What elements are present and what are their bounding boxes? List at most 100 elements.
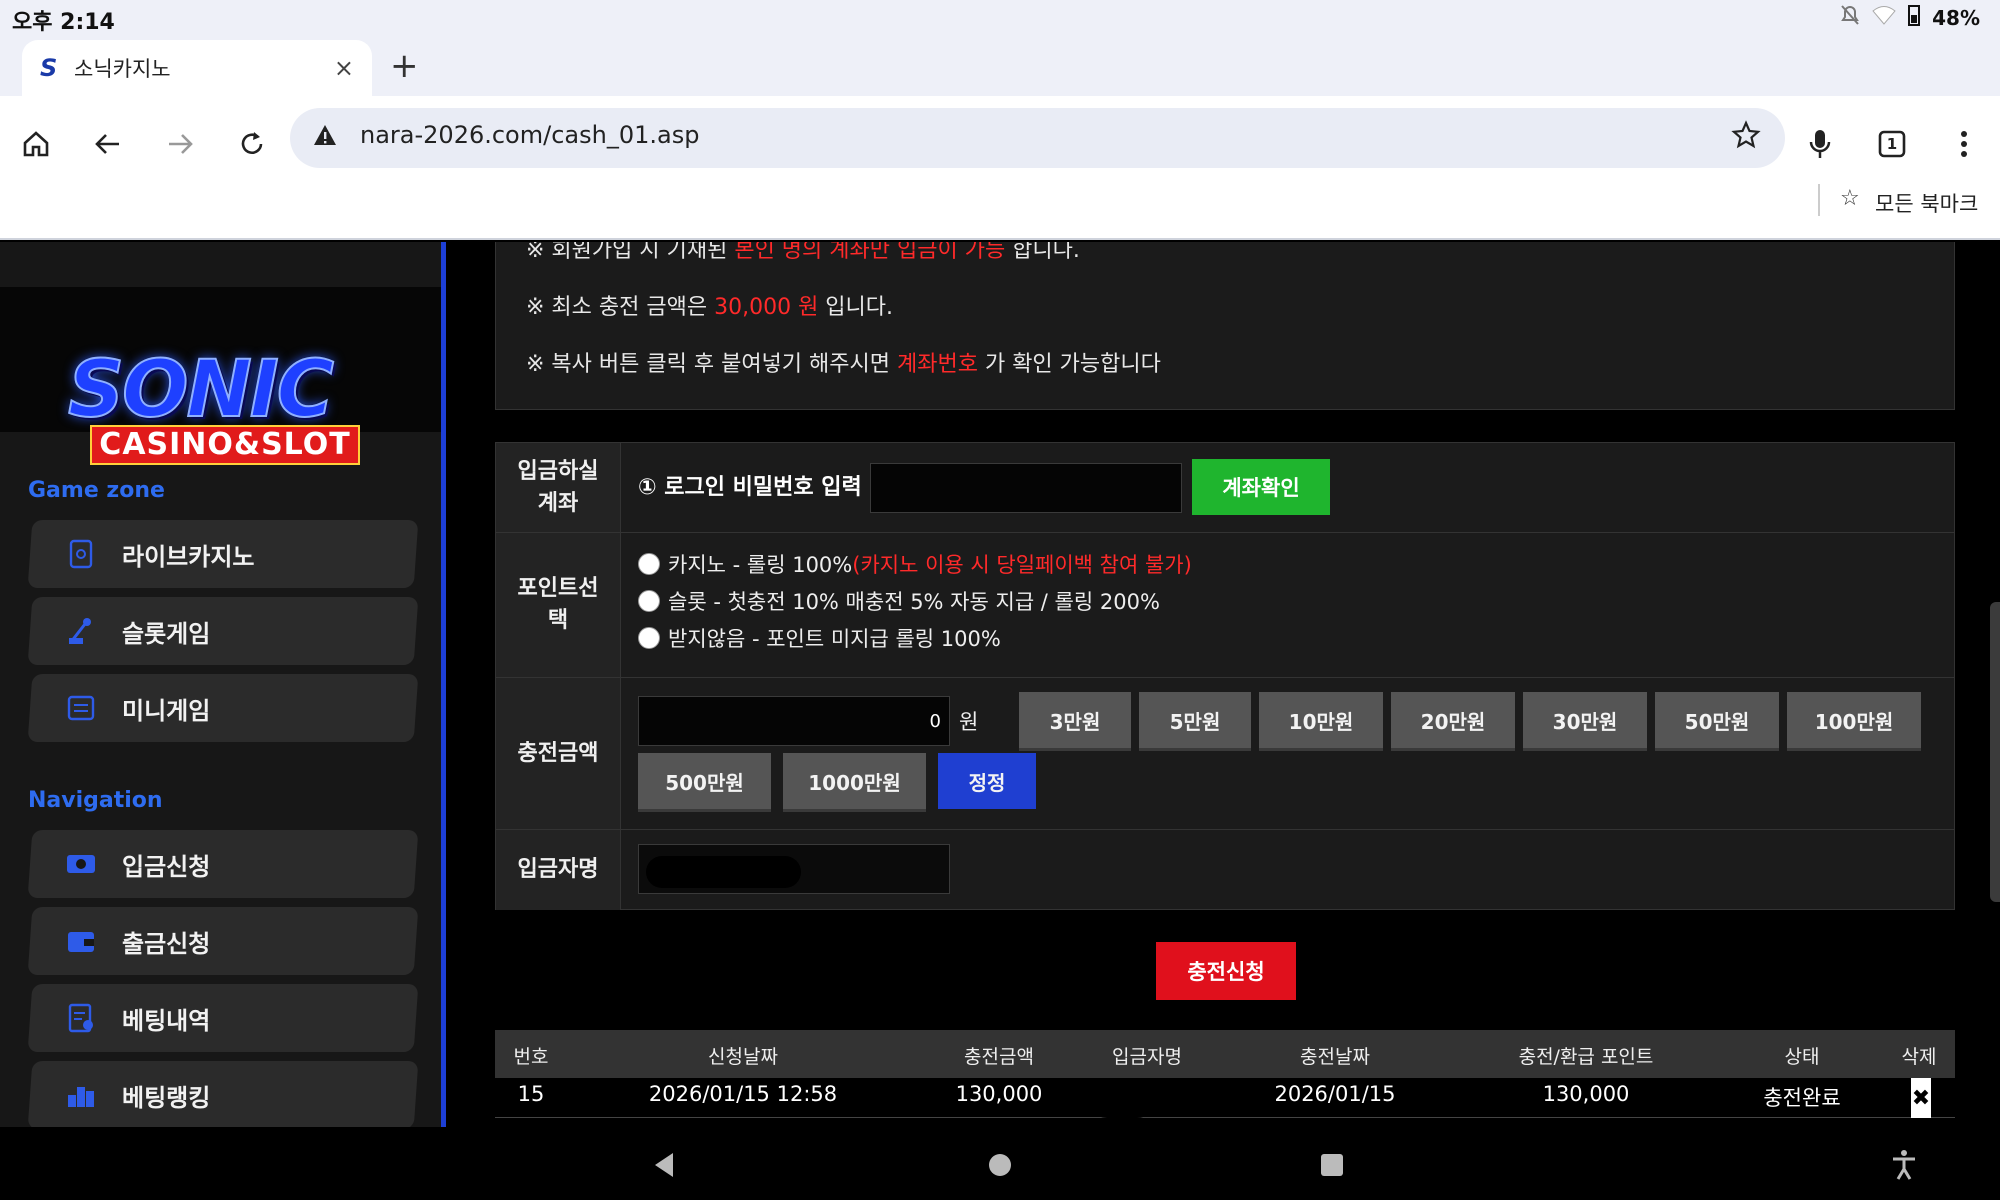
browser-toolbar: nara-2026.com/cash_01.asp 1 ☆ 모든 북마크 — [0, 96, 2000, 240]
sidebar-item-deposit[interactable]: 입금신청 — [27, 830, 419, 898]
list-box-icon — [66, 693, 96, 723]
col-header: 입금자명 — [1112, 1046, 1182, 1068]
amount-button-300k[interactable]: 30만원 — [1523, 692, 1647, 748]
microphone-icon[interactable] — [1796, 120, 1844, 168]
point-option-slot[interactable]: 슬롯 - 첫충전 10% 매충전 5% 자동 지급 / 롤링 200% — [638, 586, 1160, 616]
all-bookmarks-star-icon[interactable]: ☆ — [1840, 186, 1860, 211]
scrollbar[interactable] — [1990, 602, 2000, 902]
deposit-history-table: 번호 신청날짜 충전금액 입금자명 충전날짜 충전/환급 포인트 상태 삭제 1… — [495, 1030, 1955, 1118]
sidebar-item-label: 베팅내역 — [122, 1006, 211, 1035]
new-tab-button[interactable]: + — [390, 46, 419, 86]
amount-button-50k[interactable]: 5만원 — [1139, 692, 1251, 748]
address-bar[interactable]: nara-2026.com/cash_01.asp — [290, 108, 1785, 168]
logo-casino-text: CASINO&SLOT — [90, 425, 360, 465]
forward-icon[interactable] — [156, 120, 204, 168]
redaction-mark — [1087, 1078, 1157, 1118]
tab-strip: S 소닉카지노 × + — [0, 38, 2000, 96]
sidebar-item-bet-ranking[interactable]: 베팅랭킹 — [27, 1061, 419, 1127]
account-label: 입금하실 계좌 — [496, 443, 621, 532]
page-content: SONIC CASINO&SLOT Game zone 라이브카지노 슬롯게임 — [0, 242, 2000, 1127]
sidebar-item-mini-game[interactable]: 미니게임 — [27, 674, 419, 742]
cell-status: 충전완료 — [1763, 1086, 1841, 1110]
amount-button-30k[interactable]: 3만원 — [1019, 692, 1131, 748]
nav-home-icon[interactable] — [982, 1147, 1018, 1183]
account-confirm-button[interactable]: 계좌확인 — [1192, 459, 1330, 515]
col-header: 신청날짜 — [708, 1046, 778, 1068]
amount-button-500k[interactable]: 50만원 — [1655, 692, 1779, 748]
amount-button-1m[interactable]: 100만원 — [1787, 692, 1921, 748]
charge-submit-button[interactable]: 충전신청 — [1156, 942, 1296, 1000]
sidebar-item-label: 베팅랭킹 — [122, 1083, 211, 1112]
notice-box: ※ 회원가입 시 기재된 본인 명의 계좌만 입금이 가능 합니다. ※ 최소 … — [495, 242, 1955, 410]
sidebar-item-label: 라이브카지노 — [122, 542, 255, 571]
logo[interactable]: SONIC CASINO&SLOT — [0, 287, 441, 465]
sidebar-item-live-casino[interactable]: 라이브카지노 — [27, 520, 419, 588]
redaction-mark — [646, 856, 801, 888]
bookmark-star-icon[interactable] — [1731, 120, 1761, 154]
radio-button[interactable] — [638, 553, 660, 575]
reload-icon[interactable] — [228, 120, 276, 168]
home-icon[interactable] — [12, 120, 60, 168]
col-header: 삭제 — [1901, 1046, 1937, 1068]
url-text[interactable]: nara-2026.com/cash_01.asp — [360, 121, 699, 149]
battery-level: 48% — [1932, 5, 1980, 30]
reset-button[interactable]: 정정 — [938, 753, 1036, 809]
radio-button[interactable] — [638, 627, 660, 649]
main-content: ※ 회원가입 시 기재된 본인 명의 계좌만 입금이 가능 합니다. ※ 최소 … — [495, 242, 1955, 1127]
amount-button-10m[interactable]: 1000만원 — [783, 753, 926, 809]
status-bar: 오후 2:14 48% — [0, 0, 2000, 38]
all-bookmarks-link[interactable]: 모든 북마크 — [1875, 188, 1978, 218]
password-prompt: ① 로그인 비밀번호 입력 — [638, 475, 862, 500]
cell-charge-date: 2026/01/15 — [1274, 1082, 1396, 1106]
battery-icon — [1908, 4, 1921, 31]
sidebar: SONIC CASINO&SLOT Game zone 라이브카지노 슬롯게임 — [0, 242, 446, 1127]
cell-no: 15 — [517, 1082, 545, 1106]
amount-button-5m[interactable]: 500만원 — [638, 753, 771, 809]
nav-back-icon[interactable] — [646, 1147, 682, 1183]
delete-icon[interactable]: ✖ — [1911, 1078, 1931, 1118]
amount-button-200k[interactable]: 20만원 — [1391, 692, 1515, 748]
accessibility-icon[interactable] — [1886, 1147, 1922, 1183]
menu-dots-icon[interactable] — [1940, 120, 1988, 168]
not-secure-icon[interactable] — [312, 122, 338, 152]
cell-points: 130,000 — [1542, 1082, 1630, 1106]
depositor-label: 입금자명 — [496, 830, 621, 910]
back-icon[interactable] — [84, 120, 132, 168]
sidebar-item-label: 입금신청 — [122, 852, 211, 881]
ranking-icon — [66, 1080, 96, 1110]
tab-active[interactable]: S 소닉카지노 × — [22, 40, 372, 96]
col-header: 충전날짜 — [1300, 1046, 1370, 1068]
tab-switcher-button[interactable]: 1 — [1868, 120, 1916, 168]
radio-button[interactable] — [638, 590, 660, 612]
sidebar-item-bet-history[interactable]: 베팅내역 — [27, 984, 419, 1052]
amount-button-100k[interactable]: 10만원 — [1259, 692, 1383, 748]
table-row: 15 2026/01/15 12:58 130,000 2026/01/15 1… — [495, 1078, 1955, 1118]
notice-line-1: ※ 회원가입 시 기재된 본인 명의 계좌만 입금이 가능 합니다. — [526, 242, 1080, 263]
sidebar-item-label: 출금신청 — [122, 929, 211, 958]
col-header: 상태 — [1784, 1046, 1820, 1068]
favicon-icon: S — [40, 54, 58, 82]
mute-icon — [1840, 4, 1860, 31]
account-row: 입금하실 계좌 ① 로그인 비밀번호 입력 계좌확인 — [496, 443, 1954, 533]
nav-recents-icon[interactable] — [1314, 1147, 1350, 1183]
cell-request-date: 2026/01/15 12:58 — [648, 1082, 838, 1106]
amount-row: 충전금액 0 원 3만원 5만원 10만원 20만원 30만원 50만원 100… — [496, 678, 1954, 830]
tab-title: 소닉카지노 — [74, 57, 171, 81]
point-option-casino[interactable]: 카지노 - 롤링 100% (카지노 이용 시 당일페이백 참여 불가) — [638, 549, 1192, 579]
navigation-heading: Navigation — [28, 788, 163, 813]
cell-amount: 130,000 — [955, 1082, 1043, 1106]
point-option-none[interactable]: 받지않음 - 포인트 미지급 롤링 100% — [638, 623, 1001, 653]
card-icon — [66, 539, 96, 569]
logo-sonic-text: SONIC — [67, 344, 335, 436]
sidebar-item-withdraw[interactable]: 출금신청 — [27, 907, 419, 975]
tab-count: 1 — [1886, 135, 1898, 153]
depositor-row: 입금자명 — [496, 830, 1954, 910]
point-row: 포인트선 택 카지노 - 롤링 100% (카지노 이용 시 당일페이백 참여 … — [496, 533, 1954, 678]
sidebar-item-slot[interactable]: 슬롯게임 — [27, 597, 419, 665]
amount-input[interactable]: 0 — [638, 696, 950, 746]
lever-icon — [66, 616, 96, 646]
bookmark-divider — [1818, 184, 1820, 216]
point-label: 포인트선 택 — [496, 533, 621, 677]
tab-close-button[interactable]: × — [334, 54, 354, 82]
password-input[interactable] — [870, 463, 1182, 513]
